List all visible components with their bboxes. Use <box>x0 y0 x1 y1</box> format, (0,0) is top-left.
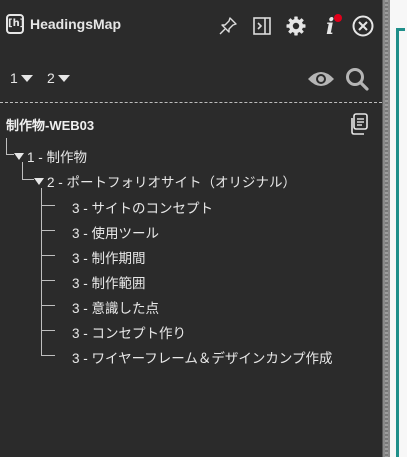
heading-label: 3 - 意識した点 <box>72 301 160 316</box>
heading-h3[interactable]: 3 - 制作範囲 <box>72 272 146 292</box>
page-edge <box>390 0 407 457</box>
heading-label: 3 - 使用ツール <box>72 226 160 241</box>
scrollbar-grip <box>385 0 388 457</box>
collapse-toggle-icon[interactable] <box>14 152 24 160</box>
tree-connector <box>41 230 55 231</box>
heading-label: 3 - 制作範囲 <box>72 276 146 291</box>
heading-label: 3 - ワイヤーフレーム＆デザインカンプ作成 <box>72 351 333 366</box>
tree-connector <box>41 255 55 256</box>
headings-tree: 1 - 制作物 2 - ポートフォリオサイト（オリジナル） 3 - サイトのコン… <box>0 0 382 457</box>
tree-connector <box>22 179 34 180</box>
panel-scrollbar[interactable] <box>382 0 390 457</box>
heading-h3[interactable]: 3 - コンセプト作り <box>72 322 186 342</box>
page-accent-line <box>396 28 399 457</box>
headingsmap-panel: [h] HeadingsMap i 1 2 制作物-WEB03 1 - 制作物 … <box>0 0 382 457</box>
heading-h3[interactable]: 3 - サイトのコンセプト <box>72 197 213 217</box>
heading-h3[interactable]: 3 - ワイヤーフレーム＆デザインカンプ作成 <box>72 347 332 367</box>
heading-h2[interactable]: 2 - ポートフォリオサイト（オリジナル） <box>34 171 296 191</box>
tree-connector <box>41 205 55 206</box>
tree-connector <box>41 330 55 331</box>
tree-connector <box>41 355 55 356</box>
heading-h3[interactable]: 3 - 意識した点 <box>72 297 159 317</box>
tree-connector <box>6 154 14 155</box>
heading-h3[interactable]: 3 - 制作期間 <box>72 247 146 267</box>
heading-label: 1 - 制作物 <box>27 150 88 165</box>
tree-connector <box>41 280 55 281</box>
heading-h1[interactable]: 1 - 制作物 <box>14 146 87 166</box>
heading-label: 2 - ポートフォリオサイト（オリジナル） <box>47 175 297 190</box>
heading-label: 3 - サイトのコンセプト <box>72 201 214 216</box>
collapse-toggle-icon[interactable] <box>34 177 44 185</box>
tree-connector <box>6 138 7 155</box>
heading-label: 3 - コンセプト作り <box>72 326 187 341</box>
heading-label: 3 - 制作期間 <box>72 251 146 266</box>
tree-connector <box>41 305 55 306</box>
heading-h3[interactable]: 3 - 使用ツール <box>72 222 159 242</box>
